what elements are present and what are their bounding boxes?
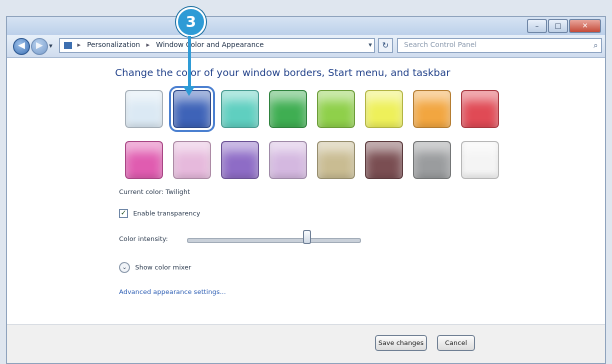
step-callout-badge: 3: [176, 7, 206, 37]
color-swatch[interactable]: [317, 141, 355, 179]
color-swatch[interactable]: [365, 90, 403, 128]
back-button[interactable]: ◀: [13, 38, 30, 55]
color-swatch[interactable]: [269, 90, 307, 128]
control-panel-icon: [64, 41, 72, 49]
color-swatch[interactable]: [413, 141, 451, 179]
window-controls: – □ ✕: [527, 19, 601, 33]
breadcrumb-separator[interactable]: ▸: [77, 41, 81, 49]
cancel-button[interactable]: Cancel: [437, 335, 475, 351]
title-bar: – □ ✕: [7, 17, 605, 35]
color-swatch[interactable]: [413, 90, 451, 128]
address-bar: ◀ ▶ ▾ ▸ Personalization ▸ Window Color a…: [7, 35, 605, 58]
transparency-checkbox[interactable]: ✓: [119, 209, 128, 218]
callout-arrow-head: [183, 86, 195, 96]
breadcrumb-window-color[interactable]: Window Color and Appearance: [156, 41, 264, 49]
expand-chevron-icon[interactable]: ⌄: [119, 262, 130, 273]
search-placeholder: Search Control Panel: [404, 41, 477, 49]
forward-button[interactable]: ▶: [31, 38, 48, 55]
save-changes-button[interactable]: Save changes: [375, 335, 427, 351]
callout-arrow-line: [188, 36, 191, 88]
advanced-appearance-link[interactable]: Advanced appearance settings...: [119, 288, 226, 296]
control-panel-window: – □ ✕ ◀ ▶ ▾ ▸ Personalization ▸ Window C…: [6, 16, 606, 364]
color-swatch[interactable]: [317, 90, 355, 128]
minimize-button[interactable]: –: [527, 19, 547, 33]
color-swatch[interactable]: [125, 90, 163, 128]
current-color-label: Current color:: [119, 188, 164, 196]
color-mixer-label[interactable]: Show color mixer: [135, 264, 191, 272]
page-title: Change the color of your window borders,…: [115, 68, 451, 79]
maximize-button[interactable]: □: [548, 19, 568, 33]
color-swatch[interactable]: [125, 141, 163, 179]
breadcrumb-separator[interactable]: ▸: [146, 41, 150, 49]
color-mixer-toggle[interactable]: ⌄ Show color mixer: [119, 262, 191, 273]
color-swatch[interactable]: [365, 141, 403, 179]
recent-pages-dropdown[interactable]: ▾: [49, 42, 53, 50]
current-color-value: Twilight: [165, 188, 191, 196]
breadcrumb[interactable]: ▸ Personalization ▸ Window Color and App…: [59, 38, 375, 53]
color-swatch[interactable]: [221, 90, 259, 128]
transparency-option[interactable]: ✓ Enable transparency: [119, 209, 200, 218]
slider-thumb[interactable]: [303, 230, 311, 244]
color-swatch[interactable]: [221, 141, 259, 179]
color-swatch[interactable]: [269, 141, 307, 179]
address-dropdown-icon[interactable]: ▾: [368, 39, 372, 52]
close-button[interactable]: ✕: [569, 19, 601, 33]
color-swatch[interactable]: [461, 90, 499, 128]
search-icon[interactable]: ⌕: [594, 39, 598, 52]
refresh-button[interactable]: ↻: [378, 38, 393, 53]
color-swatch[interactable]: [173, 141, 211, 179]
transparency-label[interactable]: Enable transparency: [133, 210, 200, 218]
color-swatch[interactable]: [461, 141, 499, 179]
main-content: Change the color of your window borders,…: [7, 58, 605, 325]
color-intensity-label: Color intensity:: [119, 235, 168, 243]
current-color: Current color: Twilight: [119, 188, 190, 196]
search-input[interactable]: Search Control Panel ⌕: [397, 38, 602, 53]
breadcrumb-personalization[interactable]: Personalization: [87, 41, 140, 49]
color-intensity-slider[interactable]: [187, 238, 361, 243]
button-bar: Save changes Cancel: [7, 324, 605, 363]
